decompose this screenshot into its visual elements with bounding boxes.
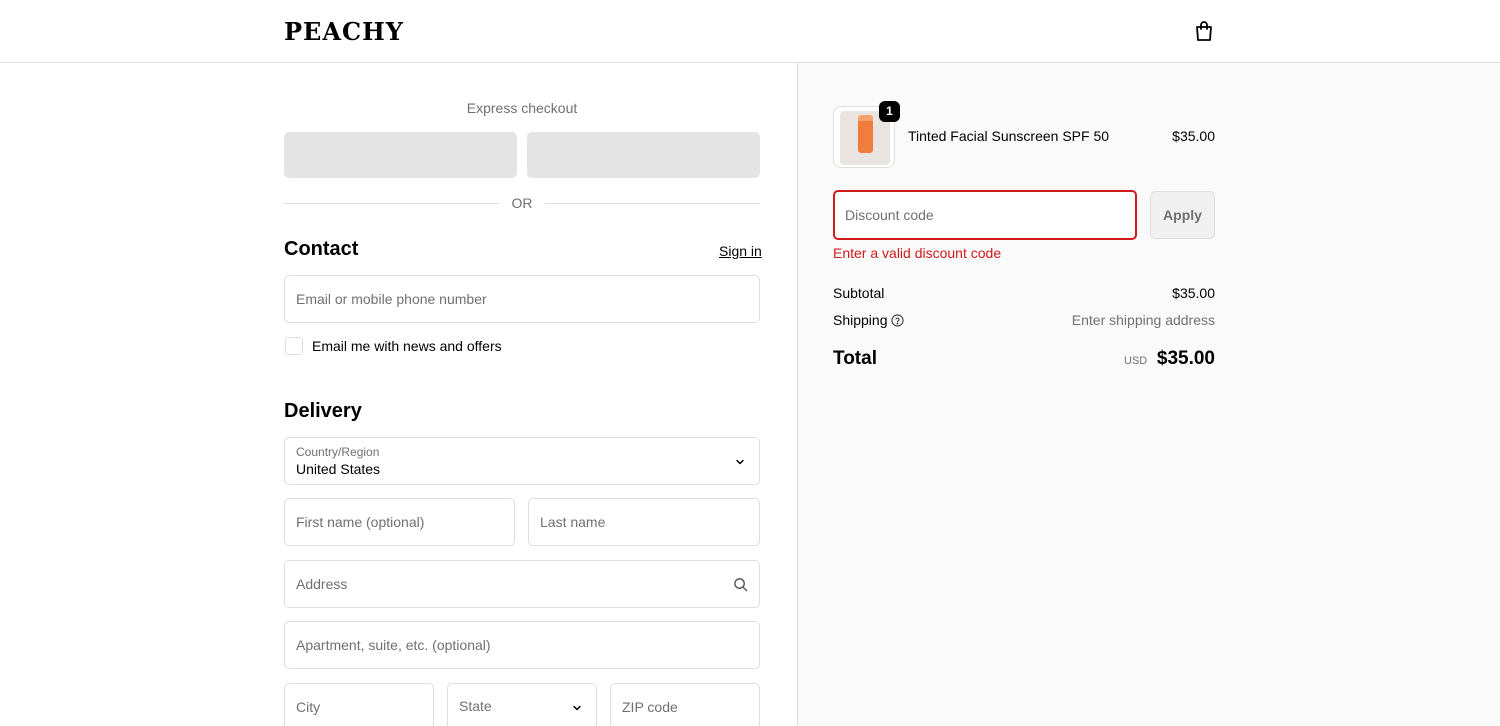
apply-discount-button[interactable]: Apply — [1150, 191, 1215, 239]
country-value: United States — [296, 461, 381, 477]
newsletter-checkbox[interactable] — [285, 337, 303, 355]
shipping-label: Shipping — [833, 312, 888, 328]
delivery-title: Delivery — [284, 400, 362, 422]
product-bottle-cap — [858, 115, 873, 121]
chevron-down-icon — [736, 459, 744, 465]
chevron-down-icon — [573, 705, 581, 711]
contact-title: Contact — [284, 238, 359, 260]
total-value: $35.00 — [1156, 348, 1215, 369]
sign-in-link[interactable]: Sign in — [719, 243, 762, 259]
country-select[interactable]: Country/Region United States — [284, 437, 760, 485]
country-label: Country/Region — [296, 445, 380, 459]
zip-field[interactable] — [610, 683, 760, 726]
product-bottle — [858, 117, 873, 153]
quantity-badge: 1 — [879, 101, 900, 122]
product-price: $35.00 — [1172, 128, 1215, 144]
city-field[interactable] — [284, 683, 434, 726]
zip-input[interactable] — [611, 684, 759, 726]
newsletter-label: Email me with news and offers — [312, 338, 502, 354]
express-pay-button-1[interactable] — [284, 132, 517, 178]
shipping-value: Enter shipping address — [1071, 312, 1215, 328]
subtotal-value: $35.00 — [1172, 285, 1215, 301]
store-logo[interactable]: PEACHY — [284, 17, 404, 46]
shopping-bag-icon[interactable] — [1192, 19, 1216, 43]
express-pay-button-2[interactable] — [527, 132, 760, 178]
address-field[interactable] — [284, 560, 760, 608]
total-label: Total — [833, 348, 877, 369]
search-icon — [734, 578, 748, 592]
discount-code-field[interactable] — [833, 190, 1137, 240]
or-divider: OR — [284, 194, 760, 212]
address-input[interactable] — [285, 561, 759, 607]
last-name-input[interactable] — [529, 499, 759, 545]
state-placeholder: State — [459, 698, 492, 714]
header: PEACHY — [0, 0, 1500, 63]
apartment-field[interactable] — [284, 621, 760, 669]
email-input[interactable] — [285, 276, 759, 322]
apartment-input[interactable] — [285, 622, 759, 668]
help-circle-icon[interactable] — [891, 314, 904, 327]
subtotal-label: Subtotal — [833, 285, 885, 301]
order-summary-panel — [797, 63, 1500, 726]
divider-line-right — [545, 203, 760, 204]
discount-error-message: Enter a valid discount code — [833, 245, 1002, 261]
discount-code-input[interactable] — [835, 192, 1135, 238]
product-name: Tinted Facial Sunscreen SPF 50 — [908, 128, 1110, 144]
express-checkout-title: Express checkout — [466, 100, 578, 116]
last-name-field[interactable] — [528, 498, 760, 546]
city-input[interactable] — [285, 684, 433, 726]
first-name-field[interactable] — [284, 498, 515, 546]
first-name-input[interactable] — [285, 499, 514, 545]
email-field[interactable] — [284, 275, 760, 323]
state-select[interactable]: State — [447, 683, 597, 726]
currency-code: USD — [1124, 355, 1148, 367]
